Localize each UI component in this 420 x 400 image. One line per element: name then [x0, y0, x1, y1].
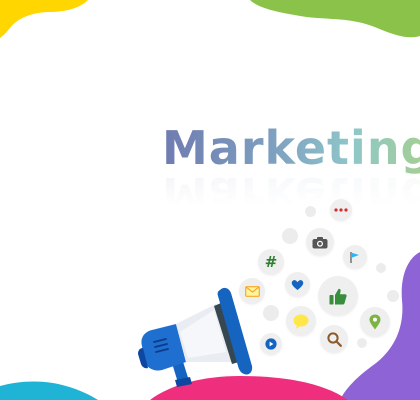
hashtag-icon: # [258, 249, 284, 275]
decor-dot [357, 338, 367, 348]
green-blob [250, 0, 420, 38]
illustration: Marketing Marketing # [0, 0, 420, 400]
yellow-blob [0, 0, 88, 38]
more-dots-icon [330, 199, 352, 221]
decor-dot [387, 290, 399, 302]
camera-icon [306, 228, 334, 256]
decor-dot [305, 206, 316, 217]
heart-icon [285, 272, 310, 297]
search-icon [320, 325, 348, 353]
chat-bubble-icon [286, 306, 316, 336]
megaphone-icon [138, 287, 253, 387]
decor-dot [282, 228, 298, 244]
flag-icon [343, 245, 367, 269]
title-reflection: Marketing [162, 166, 420, 222]
cyan-blob [0, 381, 98, 400]
thumbs-up-icon [318, 276, 358, 316]
decor-dot [263, 305, 279, 321]
play-icon [260, 333, 282, 355]
location-pin-icon [360, 307, 390, 337]
decor-dot [376, 263, 386, 273]
